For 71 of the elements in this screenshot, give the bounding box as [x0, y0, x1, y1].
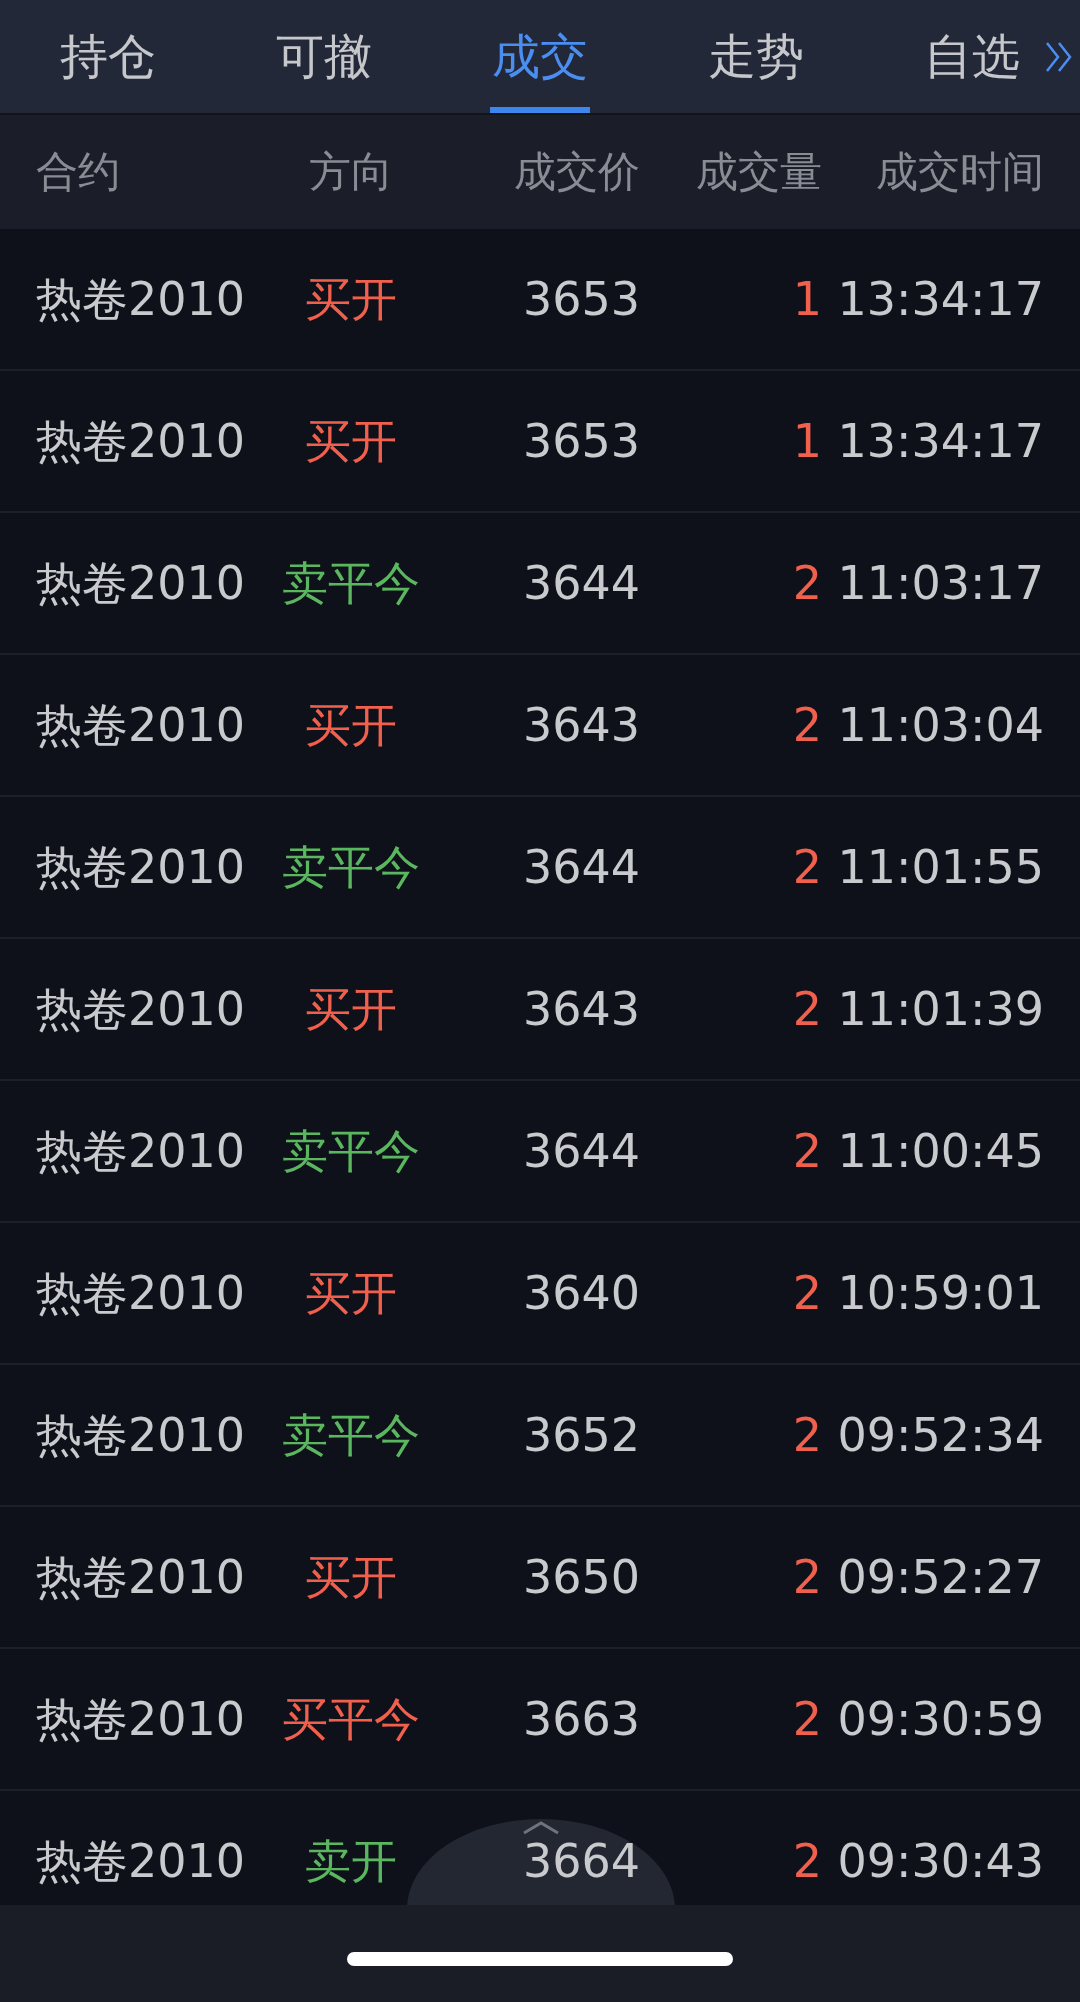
table-cell: 3652 — [522, 1410, 640, 1460]
table-cell: 3650 — [522, 1552, 640, 1602]
table-cell-text: 13:34:17 — [836, 416, 1044, 466]
table-cell: 3653 — [522, 274, 640, 324]
table-cell-text: 热卷2010 — [36, 984, 247, 1034]
table-cell-text: 2 — [791, 558, 822, 608]
table-cell: 3653 — [522, 416, 640, 466]
table-cell-text: 11:00:45 — [836, 1126, 1044, 1176]
table-cell-text: 卖平今 — [281, 1410, 421, 1460]
tab[interactable]: 自选 — [922, 0, 1022, 113]
table-cell-text: 热卷2010 — [36, 1694, 247, 1744]
table-cell-text: 2 — [791, 1836, 822, 1886]
table-cell-text: 热卷2010 — [36, 700, 247, 750]
table-cell-text: 买平今 — [281, 1694, 421, 1744]
table-cell: 3644 — [522, 1126, 640, 1176]
table-cell-text: 10:59:01 — [836, 1268, 1044, 1318]
table-cell-text: 11:03:04 — [836, 700, 1044, 750]
chevron-up-icon — [521, 1821, 561, 1835]
table-cell-text: 热卷2010 — [36, 274, 247, 324]
tab[interactable]: 可撤 — [274, 0, 374, 113]
tab[interactable]: 持仓 — [58, 0, 158, 113]
table-cell-text: 热卷2010 — [36, 416, 247, 466]
table-cell-text: 买开 — [304, 984, 398, 1034]
table-cell-text: 热卷2010 — [36, 842, 247, 892]
table-cell-text: 09:30:43 — [836, 1836, 1044, 1886]
table-cell-text: 1 — [791, 274, 822, 324]
table-cell-text: 买开 — [304, 1268, 398, 1318]
table-cell: 3644 — [522, 842, 640, 892]
table-cell-text: 2 — [791, 984, 822, 1034]
table-cell-text: 2 — [791, 842, 822, 892]
table-cell-text: 热卷2010 — [36, 1126, 247, 1176]
table-cell-text: 2 — [791, 1694, 822, 1744]
column-header: 成交时间 — [875, 146, 1044, 198]
table-cell-text: 2 — [791, 1410, 822, 1460]
table-cell-text: 1 — [791, 416, 822, 466]
table-cell-text: 09:52:27 — [836, 1552, 1044, 1602]
table-cell-text: 卖平今 — [281, 842, 421, 892]
table-cell-text: 热卷2010 — [36, 1552, 247, 1602]
table-cell-text: 卖平今 — [281, 1126, 421, 1176]
table-cell-text: 09:52:34 — [836, 1410, 1044, 1460]
table-cell-text: 09:30:59 — [836, 1694, 1044, 1744]
column-header: 成交价 — [513, 146, 640, 198]
table-cell: 3643 — [522, 700, 640, 750]
table-cell-text: 卖平今 — [281, 558, 421, 608]
table-cell-text: 11:01:39 — [836, 984, 1044, 1034]
table-cell-text: 热卷2010 — [36, 1836, 247, 1886]
column-header: 方向 — [308, 146, 394, 198]
table-cell-text: 11:01:55 — [836, 842, 1044, 892]
table-cell-text: 2 — [791, 1552, 822, 1602]
table-cell-text: 买开 — [304, 416, 398, 466]
table-cell-text: 卖开 — [304, 1836, 398, 1886]
table-cell: 3664 — [522, 1836, 640, 1886]
table-cell-text: 热卷2010 — [36, 1410, 247, 1460]
table-cell-text: 热卷2010 — [36, 558, 247, 608]
table-cell-text: 13:34:17 — [836, 274, 1044, 324]
table-cell-text: 2 — [791, 1126, 822, 1176]
double-chevron-right-icon[interactable] — [1044, 40, 1074, 74]
column-header: 成交量 — [695, 146, 822, 198]
table-cell-text: 2 — [791, 700, 822, 750]
table-cell: 3643 — [522, 984, 640, 1034]
table-cell-text: 2 — [791, 1268, 822, 1318]
table-cell: 3644 — [522, 558, 640, 608]
table-cell-text: 热卷2010 — [36, 1268, 247, 1318]
table-cell-text: 买开 — [304, 1552, 398, 1602]
tab[interactable]: 走势 — [706, 0, 806, 113]
table-cell-text: 11:03:17 — [836, 558, 1044, 608]
column-header: 合约 — [36, 146, 121, 198]
table-cell-text: 买开 — [304, 700, 398, 750]
table-cell: 3640 — [522, 1268, 640, 1318]
table-cell: 3663 — [522, 1694, 640, 1744]
table-cell-text: 买开 — [304, 274, 398, 324]
